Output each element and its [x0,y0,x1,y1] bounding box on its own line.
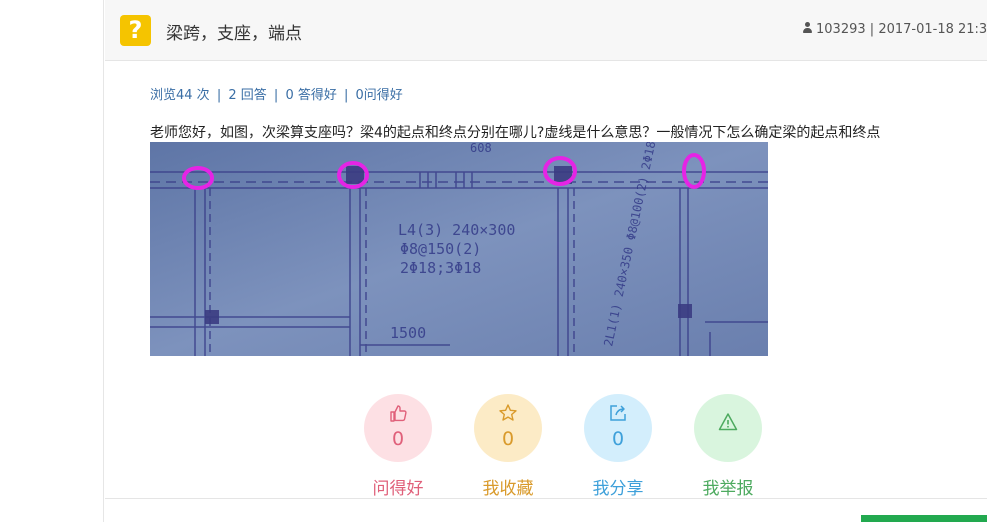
question-body: 老师您好，如图，次梁算支座吗？梁4的起点和终点分别在哪儿?虚线是什么意思？一般情… [150,125,881,141]
like-label[interactable]: 问得好 [363,474,433,499]
blueprint-label-stirrup: Φ8@150(2) [400,240,481,258]
warning-icon [718,413,738,431]
blueprint-label-rebar: 2Φ18;3Φ18 [400,259,481,277]
share-count: 0 [611,428,625,450]
blueprint-drawing: 608 L4(3) 240×300 Φ8@150(2) 2Φ18;3Φ18 15… [150,142,768,356]
blueprint-label-top: 608 [470,142,492,155]
share-circle[interactable]: 0 [584,394,652,462]
blueprint-photo[interactable]: 608 L4(3) 240×300 Φ8@150(2) 2Φ18;3Φ18 15… [150,142,768,356]
good-questions-count: 0问得好 [355,88,403,103]
share-label[interactable]: 我分享 [583,474,653,499]
meta-separator: | [869,22,875,37]
blueprint-label-dim: 1500 [390,324,426,342]
answers-count[interactable]: 2 回答 [228,88,266,103]
star-icon [499,404,517,421]
section-divider [105,498,987,499]
favorite-button[interactable]: 0 我收藏 [473,394,543,499]
share-button[interactable]: 0 我分享 [583,394,653,499]
thumbs-up-icon [390,405,407,422]
share-icon [610,405,626,421]
favorite-count: 0 [501,428,515,450]
question-title: 梁跨，支座，端点 [166,24,302,44]
like-question-button[interactable]: 0 问得好 [363,394,433,499]
good-answers-count: 0 答得好 [285,88,337,103]
report-button[interactable]: 我举报 [693,394,763,499]
left-gutter [0,0,104,522]
like-circle[interactable]: 0 [364,394,432,462]
report-circle[interactable] [694,394,762,462]
like-count: 0 [391,428,405,450]
asker-id[interactable]: 103293 [816,22,866,37]
report-label[interactable]: 我举报 [693,474,763,499]
favorite-label[interactable]: 我收藏 [473,474,543,499]
favorite-circle[interactable]: 0 [474,394,542,462]
stats-separator: | [273,88,279,103]
blueprint-label-beam: L4(3) 240×300 [398,221,515,239]
question-stats: 浏览44 次 | 2 回答 | 0 答得好 | 0问得好 [150,84,403,103]
views-count: 浏览44 次 [150,88,210,103]
answer-button[interactable] [861,515,987,522]
question-meta: 103293 | 2017-01-18 21:39 [802,22,987,37]
question-actions: 0 问得好 0 我收藏 0 我分享 我举报 [362,394,782,504]
stats-separator: | [216,88,222,103]
question-mark-icon: ? [120,15,151,46]
stats-separator: | [343,88,349,103]
user-icon [802,22,813,34]
question-date: 2017-01-18 21:39 [878,22,987,37]
question-header: ? 梁跨，支座，端点 103293 | 2017-01-18 21:39 [105,0,987,61]
